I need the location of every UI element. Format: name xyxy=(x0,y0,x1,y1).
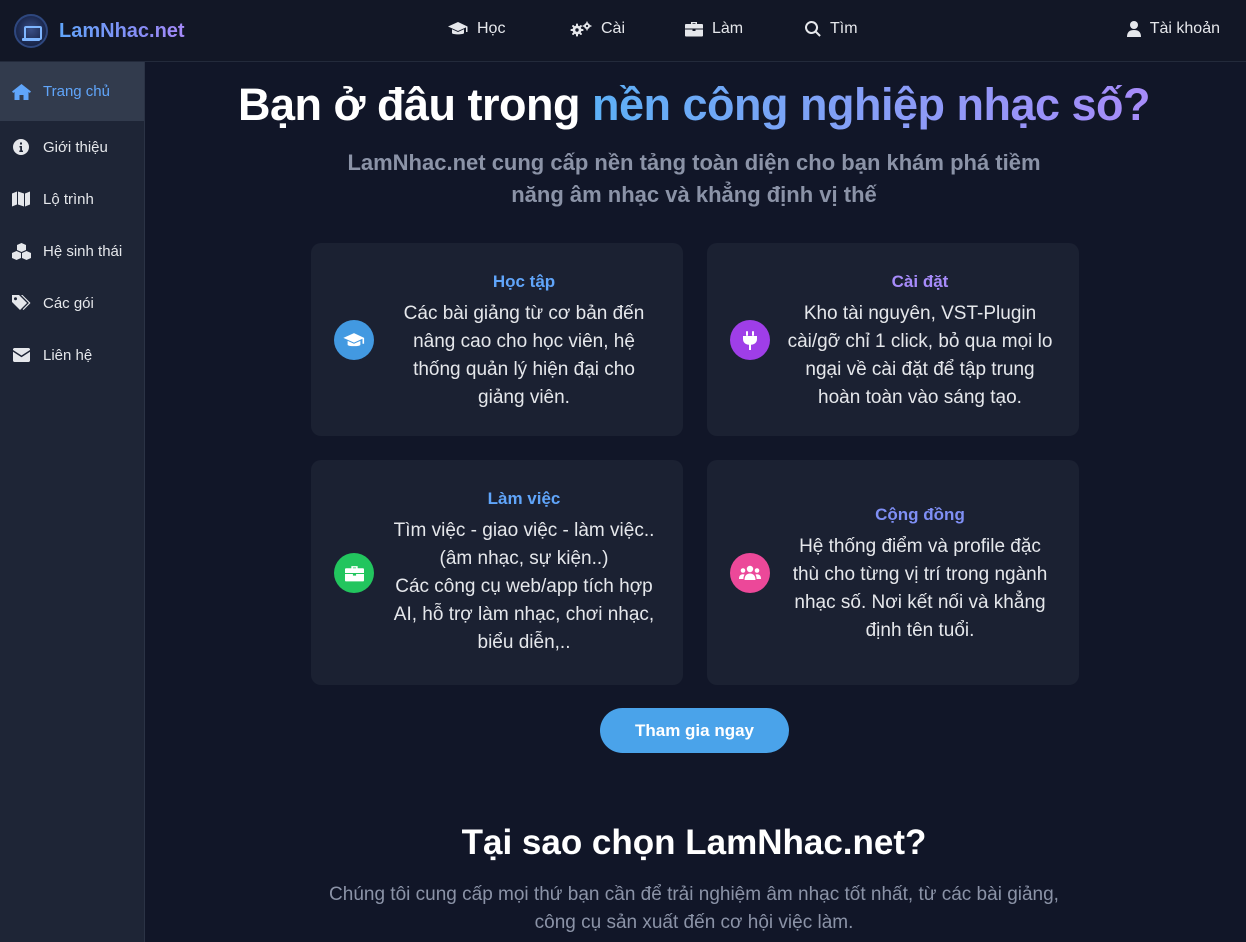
topnav-tim[interactable]: Tìm xyxy=(805,20,858,38)
sidebar-item-label: Giới thiệu xyxy=(43,138,108,156)
user-icon xyxy=(1126,21,1141,37)
home-icon xyxy=(11,83,31,101)
briefcase-icon xyxy=(685,22,703,37)
sidebar-item-gioi-thieu[interactable]: Giới thiệu xyxy=(0,121,144,173)
users-icon xyxy=(730,553,770,593)
sidebar-item-he-sinh-thai[interactable]: Hệ sinh thái xyxy=(0,225,144,277)
tags-icon xyxy=(11,294,31,312)
main-content: Bạn ở đâu trong nền công nghiệp nhạc số?… xyxy=(146,63,1246,942)
cubes-icon xyxy=(11,242,31,260)
feature-card-cai-dat[interactable]: Cài đặt Kho tài nguyên, VST-Plugin cài/g… xyxy=(707,243,1079,436)
brand-logo-link[interactable]: LamNhac.net xyxy=(14,14,185,48)
sidebar-item-cac-goi[interactable]: Các gói xyxy=(0,277,144,329)
sidebar-item-label: Hệ sinh thái xyxy=(43,242,123,260)
map-icon xyxy=(11,190,31,208)
card-title: Cộng đồng xyxy=(875,505,965,524)
sidebar-item-label: Liên hệ xyxy=(43,346,93,364)
envelope-icon xyxy=(11,346,31,364)
hero-subtitle: LamNhac.net cung cấp nền tảng toàn diện … xyxy=(347,150,1041,207)
topnav-cai-label: Cài xyxy=(601,20,626,37)
topnav-tim-label: Tìm xyxy=(830,20,858,37)
card-description: Các bài giảng từ cơ bản đến nâng cao cho… xyxy=(403,303,645,408)
join-now-button[interactable]: Tham gia ngay xyxy=(600,708,789,753)
graduation-cap-icon xyxy=(334,320,374,360)
why-section-subtitle: Chúng tôi cung cấp mọi thứ bạn cần để tr… xyxy=(329,884,1059,933)
sidebar-item-lien-he[interactable]: Liên hệ xyxy=(0,329,144,381)
topnav-lam[interactable]: Làm xyxy=(685,20,743,38)
sidebar: Trang chủ Giới thiệu Lộ trình Hệ sinh th… xyxy=(0,62,145,942)
sidebar-item-label: Trang chủ xyxy=(43,83,110,100)
feature-card-lam-viec[interactable]: Làm việc Tìm việc - giao việc - làm việc… xyxy=(311,460,683,685)
card-description: Hệ thống điểm và profile đặc thù cho từn… xyxy=(792,536,1048,641)
topnav-hoc[interactable]: Học xyxy=(448,20,505,38)
card-title: Học tập xyxy=(492,272,556,291)
hero-title-plain: Bạn ở đâu trong xyxy=(238,79,592,130)
account-button[interactable]: Tài khoản xyxy=(1126,20,1220,38)
why-section-title: Tại sao chọn LamNhac.net? xyxy=(461,823,927,862)
sidebar-item-label: Lộ trình xyxy=(43,190,94,208)
card-title: Cài đặt xyxy=(891,272,949,291)
card-description: Kho tài nguyên, VST-Plugin cài/gỡ chỉ 1 … xyxy=(787,303,1053,408)
account-label: Tài khoản xyxy=(1149,20,1220,37)
gears-icon xyxy=(570,21,592,37)
top-navbar: LamNhac.net Học Cài Làm Tìm Tài khoản xyxy=(0,0,1246,62)
card-description-secondary: Các công cụ web/app tích hợp AI, hỗ trợ … xyxy=(393,576,655,653)
search-icon xyxy=(805,21,821,37)
sidebar-item-trang-chu[interactable]: Trang chủ xyxy=(0,62,144,121)
sidebar-item-label: Các gói xyxy=(43,294,94,312)
card-description: Tìm việc - giao việc - làm việc.. (âm nh… xyxy=(393,520,655,569)
brand-name: LamNhac.net xyxy=(59,19,185,42)
info-icon xyxy=(11,138,31,156)
sidebar-item-lo-trinh[interactable]: Lộ trình xyxy=(0,173,144,225)
briefcase-icon xyxy=(334,553,374,593)
hero-title: Bạn ở đâu trong nền công nghiệp nhạc số? xyxy=(146,79,1242,131)
topnav-lam-label: Làm xyxy=(712,20,744,37)
hero-title-highlight: nền công nghiệp nhạc số? xyxy=(591,79,1151,130)
brand-logo-icon xyxy=(14,14,48,48)
graduation-cap-icon xyxy=(448,22,468,35)
topnav-hoc-label: Học xyxy=(477,20,506,37)
topnav-cai[interactable]: Cài xyxy=(570,20,625,38)
card-title: Làm việc xyxy=(487,489,561,508)
plug-icon xyxy=(730,320,770,360)
feature-card-hoc-tap[interactable]: Học tập Các bài giảng từ cơ bản đến nâng… xyxy=(311,243,683,436)
feature-card-cong-dong[interactable]: Cộng đồng Hệ thống điểm và profile đặc t… xyxy=(707,460,1079,685)
